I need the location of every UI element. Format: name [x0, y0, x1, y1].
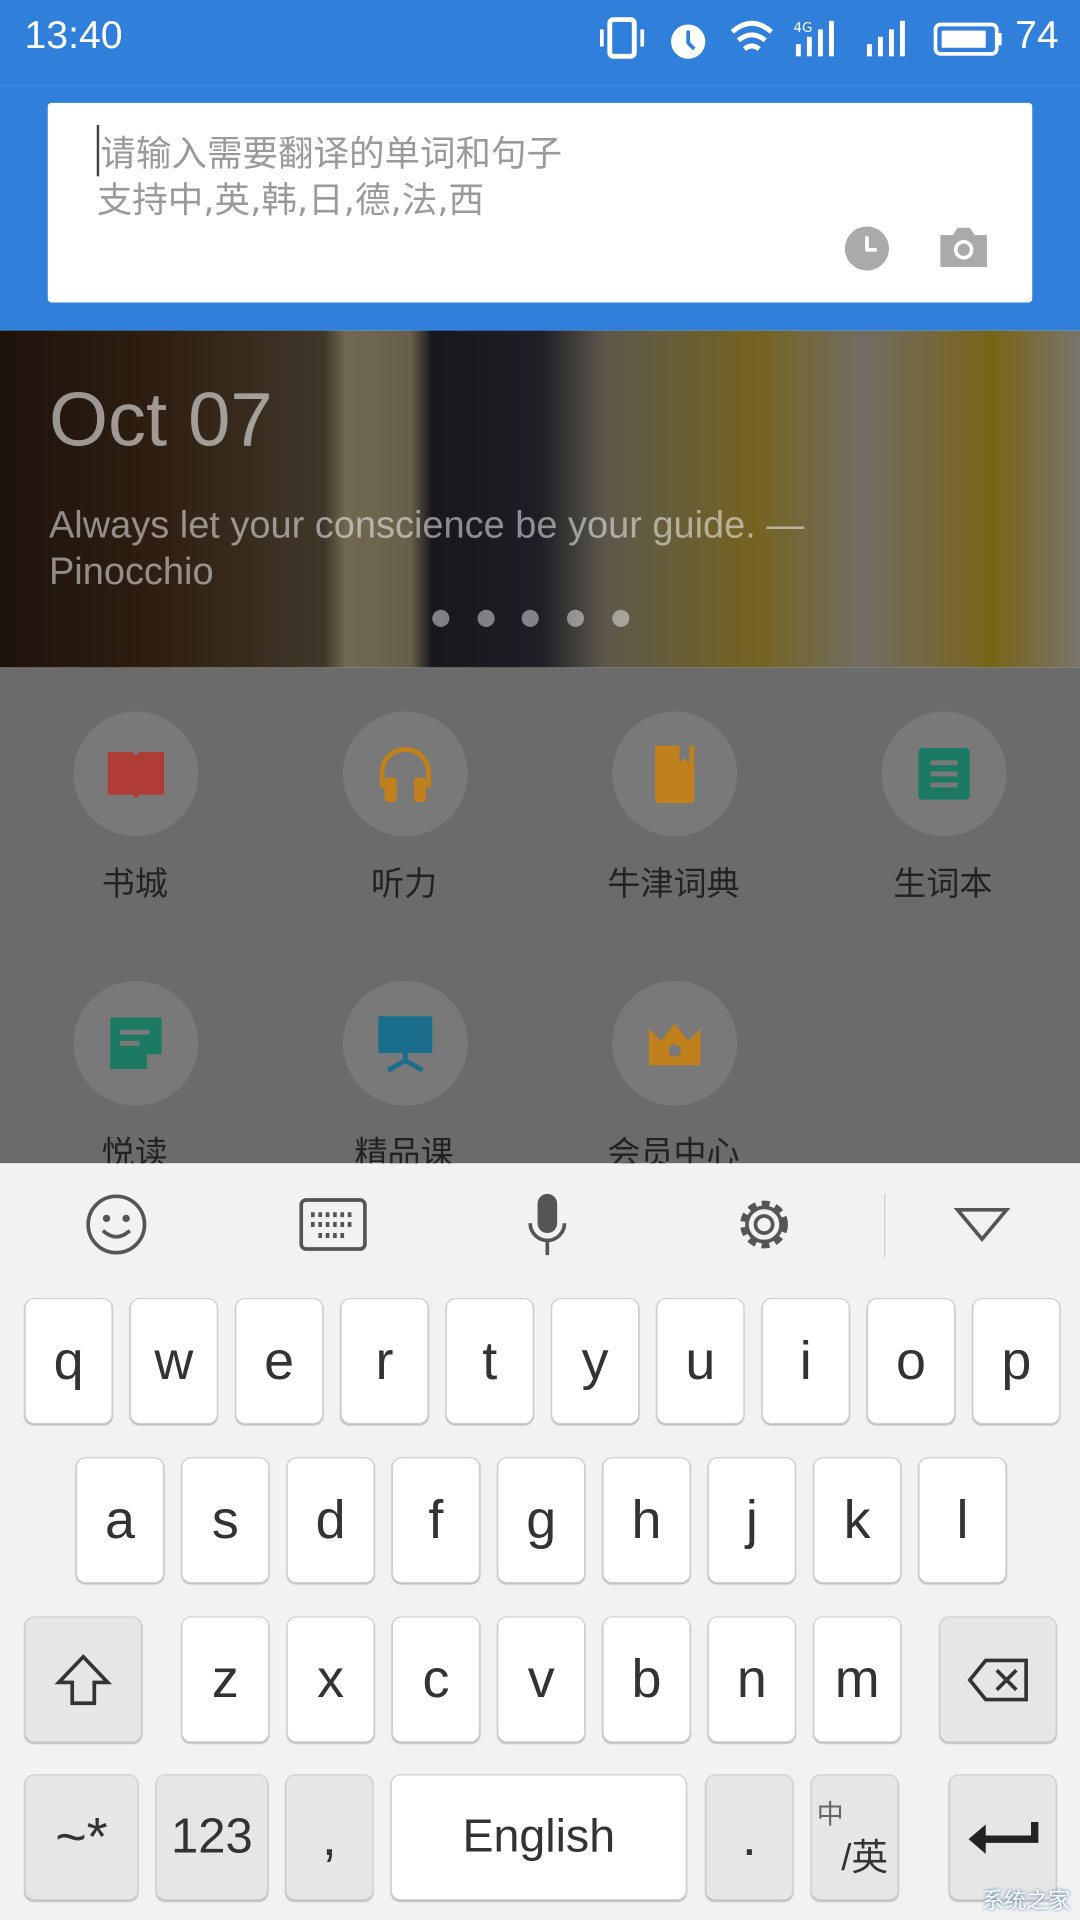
- feature-reading[interactable]: 悦读: [0, 937, 269, 1182]
- key-n[interactable]: n: [707, 1616, 796, 1743]
- key-a[interactable]: a: [75, 1457, 165, 1584]
- key-o[interactable]: o: [866, 1297, 956, 1425]
- comma-key[interactable]: ,: [285, 1774, 374, 1901]
- signal-icon: [866, 20, 905, 57]
- backspace-key[interactable]: [939, 1616, 1057, 1743]
- settings-button[interactable]: [703, 1163, 825, 1285]
- placeholder-line2: 支持中,英,韩,日,德,法,西: [96, 178, 485, 221]
- watermark: 系统之家: [982, 1888, 1071, 1914]
- key-e[interactable]: e: [235, 1297, 324, 1425]
- signal-4g-icon: 4G: [793, 20, 834, 57]
- keyboard-switch-button[interactable]: [272, 1163, 394, 1285]
- status-time: 13:40: [24, 12, 123, 57]
- key-u[interactable]: u: [656, 1297, 745, 1425]
- key-f[interactable]: f: [391, 1457, 481, 1584]
- key-z[interactable]: z: [181, 1616, 270, 1743]
- history-icon[interactable]: [844, 225, 891, 272]
- key-k[interactable]: k: [813, 1457, 902, 1584]
- book-icon: [107, 751, 165, 799]
- alarm-icon: [671, 24, 706, 59]
- dictionary-icon: [655, 745, 695, 804]
- key-l[interactable]: l: [918, 1457, 1007, 1584]
- voice-input-button[interactable]: [486, 1163, 608, 1285]
- page-dot[interactable]: [612, 609, 630, 627]
- period-key[interactable]: .: [705, 1774, 794, 1901]
- keyboard: ~* 123 , English . 中 /英 系统之家 qwertyuiop a…: [0, 1163, 1080, 1920]
- key-v[interactable]: v: [497, 1616, 586, 1743]
- translate-input[interactable]: 请输入需要翻译的单词和句子 支持中,英,韩,日,德,法,西: [47, 102, 1033, 303]
- key-w[interactable]: w: [129, 1297, 218, 1425]
- key-s[interactable]: s: [181, 1457, 270, 1584]
- reading-icon: [110, 1017, 162, 1069]
- key-i[interactable]: i: [761, 1297, 850, 1425]
- key-d[interactable]: d: [286, 1457, 375, 1584]
- key-b[interactable]: b: [602, 1616, 691, 1743]
- emoji-icon: [86, 1194, 147, 1255]
- numbers-key[interactable]: 123: [155, 1774, 269, 1901]
- key-y[interactable]: y: [551, 1297, 640, 1425]
- status-bar: 13:40 4G 74: [0, 0, 1080, 86]
- wifi-icon: [730, 20, 774, 51]
- settings-icon: [740, 1200, 788, 1249]
- placeholder-line1: 请输入需要翻译的单词和句子: [96, 124, 562, 177]
- shift-key[interactable]: [24, 1616, 143, 1743]
- feature-grid: 书城 听力 牛津词典 生词本 悦读 精品课 会员中心: [0, 667, 1080, 1173]
- key-g[interactable]: g: [497, 1457, 586, 1584]
- notebook-icon: [918, 748, 970, 800]
- emoji-button[interactable]: [55, 1163, 177, 1285]
- headphones-icon: [379, 747, 432, 803]
- feature-premium-course[interactable]: 精品课: [269, 937, 538, 1182]
- key-r[interactable]: r: [340, 1297, 429, 1425]
- vibrate-icon: [600, 17, 645, 59]
- feature-bookstore[interactable]: 书城: [0, 667, 269, 912]
- svg-text:4G: 4G: [793, 21, 812, 36]
- key-m[interactable]: m: [813, 1616, 902, 1743]
- microphone-icon: [528, 1193, 567, 1256]
- page-dot[interactable]: [521, 609, 539, 627]
- key-j[interactable]: j: [707, 1457, 796, 1584]
- crown-icon: [648, 1023, 701, 1066]
- key-x[interactable]: x: [286, 1616, 375, 1743]
- key-q[interactable]: q: [24, 1297, 113, 1425]
- camera-icon[interactable]: [938, 225, 989, 269]
- feature-vocabulary-book[interactable]: 生词本: [808, 667, 1077, 912]
- space-key[interactable]: English: [390, 1774, 687, 1901]
- backspace-icon: [967, 1657, 1028, 1701]
- course-icon: [378, 1016, 433, 1073]
- battery-level: 74: [1015, 12, 1059, 57]
- feature-oxford-dictionary[interactable]: 牛津词典: [539, 667, 808, 912]
- feature-listening[interactable]: 听力: [269, 667, 538, 912]
- key-p[interactable]: p: [972, 1297, 1061, 1425]
- feature-member-center[interactable]: 会员中心: [539, 937, 808, 1182]
- banner-quote: Always let your conscience be your guide…: [48, 503, 805, 593]
- collapse-icon: [953, 1207, 1011, 1243]
- status-icons: 4G: [600, 17, 1002, 59]
- collapse-keyboard-button[interactable]: [921, 1163, 1043, 1285]
- page-dot[interactable]: [432, 609, 450, 627]
- page-dot[interactable]: [477, 609, 495, 627]
- battery-icon: [933, 22, 1002, 56]
- toolbar-divider: [884, 1193, 886, 1258]
- language-switch-key[interactable]: 中 /英: [810, 1774, 899, 1901]
- page-dot[interactable]: [566, 609, 585, 627]
- symbols-key[interactable]: ~*: [24, 1774, 139, 1901]
- enter-icon: [968, 1821, 1039, 1854]
- key-c[interactable]: c: [391, 1616, 481, 1743]
- keyboard-icon: [299, 1198, 367, 1251]
- daily-banner[interactable]: Oct 07 Always let your conscience be you…: [0, 330, 1080, 668]
- banner-date: Oct 07: [48, 378, 273, 463]
- key-t[interactable]: t: [445, 1297, 534, 1425]
- enter-key[interactable]: [948, 1774, 1057, 1901]
- shift-icon: [54, 1653, 113, 1705]
- key-h[interactable]: h: [602, 1457, 691, 1584]
